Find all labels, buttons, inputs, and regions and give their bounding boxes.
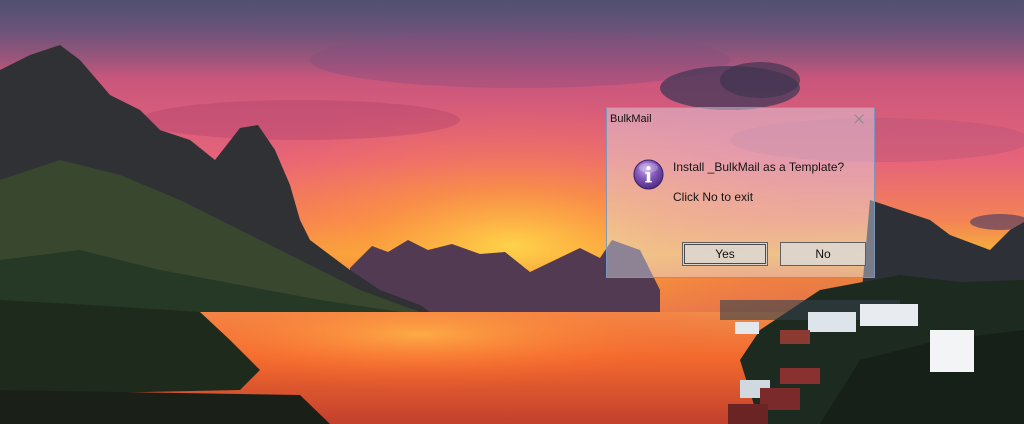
- no-button[interactable]: No: [780, 242, 866, 266]
- close-icon: [854, 114, 864, 124]
- info-icon: [633, 159, 664, 190]
- desktop: BulkMail Install _BulkMail as a Template…: [0, 0, 1024, 424]
- dialog-message: Install _BulkMail as a Template?: [673, 160, 845, 174]
- yes-button[interactable]: Yes: [682, 242, 768, 266]
- message-dialog: BulkMail Install _BulkMail as a Template…: [606, 107, 875, 278]
- dialog-sub-message: Click No to exit: [673, 190, 754, 204]
- dialog-titlebar[interactable]: BulkMail: [607, 108, 874, 132]
- dialog-title: BulkMail: [610, 113, 652, 125]
- close-button[interactable]: [844, 108, 874, 130]
